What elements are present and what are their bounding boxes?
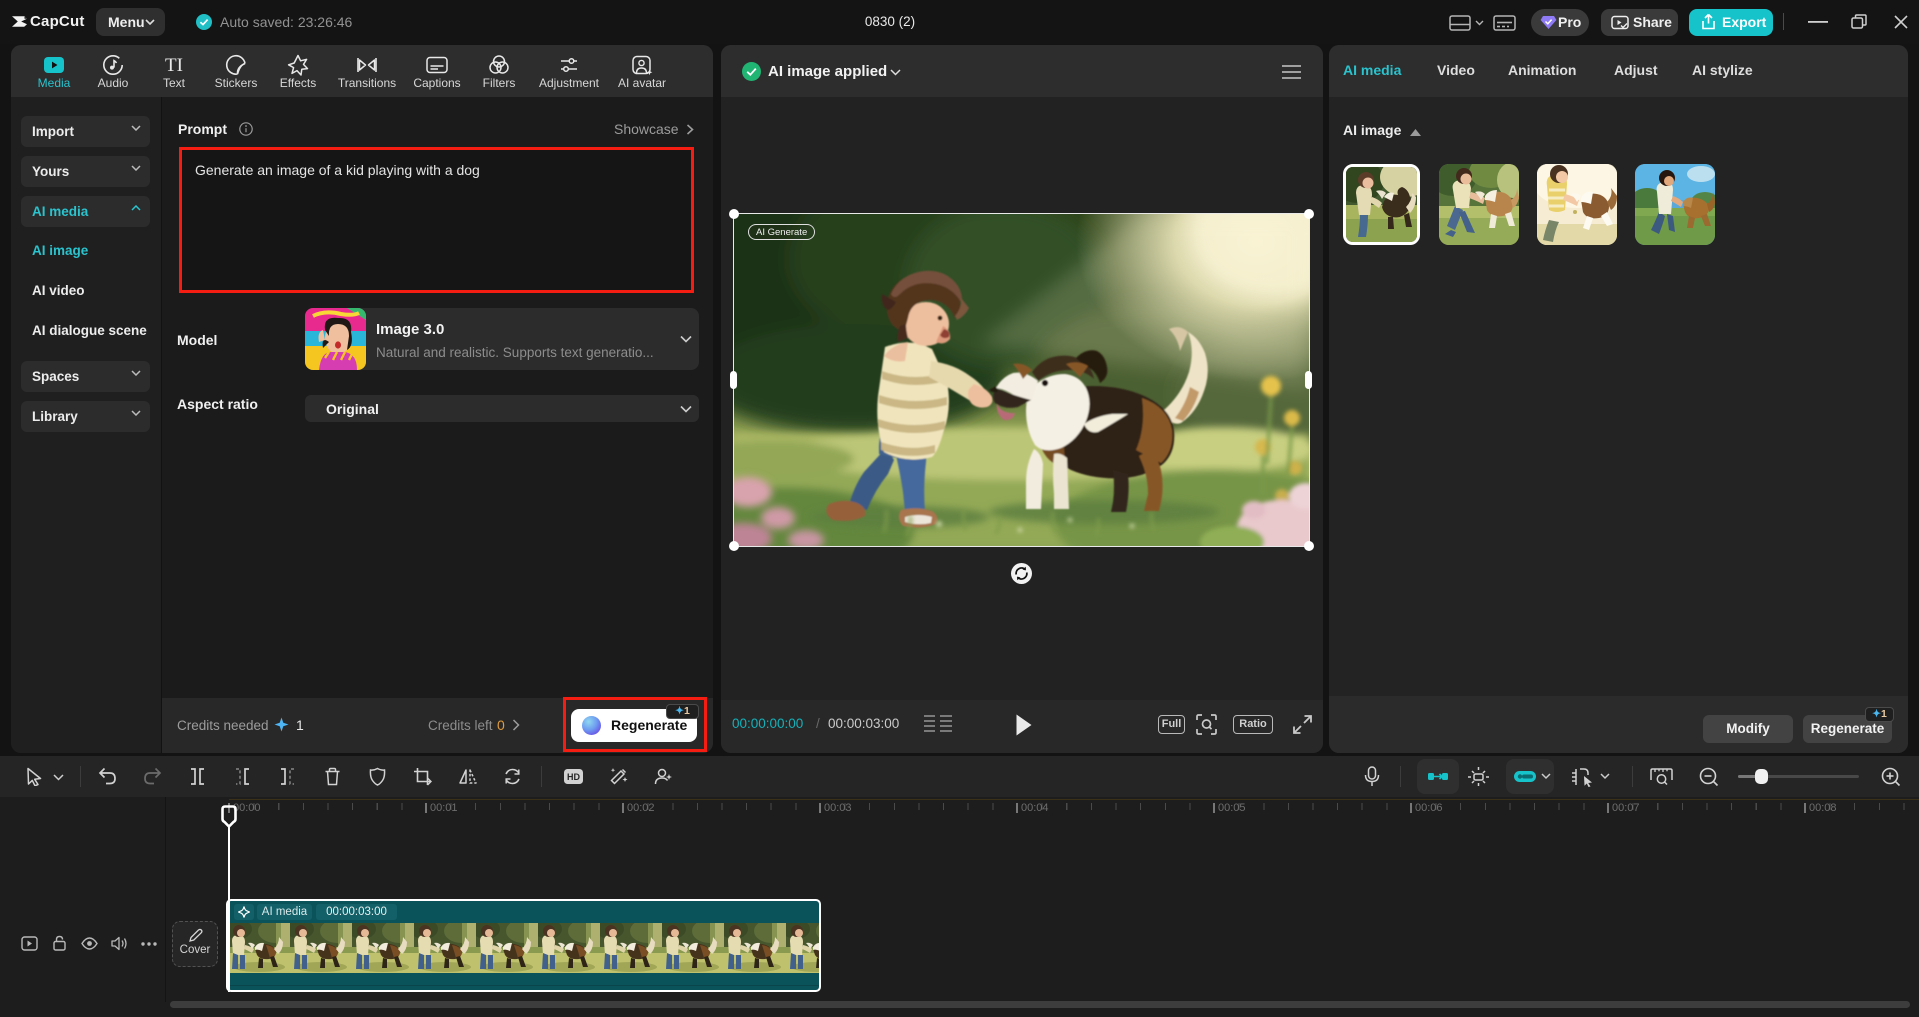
svg-text:TI: TI xyxy=(165,55,183,76)
svg-text:HD: HD xyxy=(567,772,580,782)
